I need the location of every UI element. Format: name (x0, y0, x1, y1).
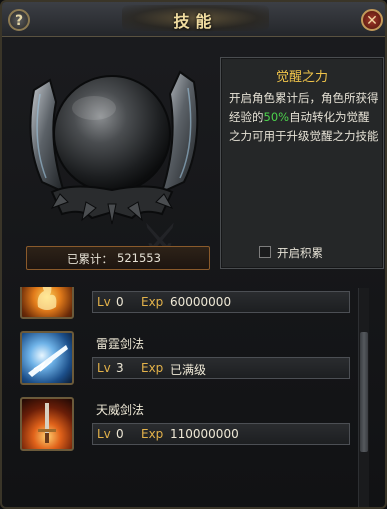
exp-label: Exp (141, 295, 164, 309)
awakening-orb (12, 42, 212, 242)
skill-list: Lv 0 Exp 60000000 雷霆剑法 Lv 3 Exp 已满级 天威剑法 (16, 287, 356, 507)
info-desc-highlight: 50% (263, 110, 290, 124)
skill-list-scrollbar[interactable] (358, 288, 369, 507)
awakening-info-panel: 觉醒之力 开启角色累计后，角色所获得经验的50%自动转化为觉醒之力可用于升级觉醒… (220, 57, 384, 269)
scrollbar-thumb[interactable] (360, 332, 368, 452)
info-title: 觉醒之力 (275, 70, 328, 85)
exp-label: Exp (141, 427, 164, 441)
level-label: Lv (97, 361, 111, 375)
skill-name: 天威剑法 (96, 403, 145, 417)
level-label: Lv (97, 295, 111, 309)
accumulated-box: 已累计： 521553 (26, 246, 210, 270)
accumulate-label[interactable]: 开启积累 (277, 245, 323, 261)
fire-sword-icon[interactable] (20, 397, 74, 451)
skill-name: 雷霆剑法 (96, 337, 145, 351)
info-description: 开启角色累计后，角色所获得经验的50%自动转化为觉醒之力可用于升级觉醒之力技能 (229, 89, 379, 146)
skill-row[interactable]: 天威剑法 Lv 0 Exp 110000000 (16, 393, 356, 459)
skill-window: 技能 ? ✕ ⚔ 觉醒之力 开启角色累计后，角色所获得经验的50%自动转化为觉醒… (0, 0, 387, 509)
close-button[interactable]: ✕ (361, 9, 383, 31)
help-button[interactable]: ? (8, 9, 30, 31)
exp-value: 110000000 (170, 427, 239, 441)
exp-label: Exp (141, 361, 164, 375)
level-value: 3 (116, 361, 124, 375)
skill-info-bar: Lv 0 Exp 110000000 (92, 423, 350, 445)
level-value: 0 (116, 295, 124, 309)
exp-value: 已满级 (170, 363, 207, 377)
thunder-sword-icon[interactable] (20, 331, 74, 385)
skill-row[interactable]: 雷霆剑法 Lv 3 Exp 已满级 (16, 327, 356, 393)
level-label: Lv (97, 427, 111, 441)
skill-info-bar: Lv 0 Exp 60000000 (92, 291, 350, 313)
skill-info-bar: Lv 3 Exp 已满级 (92, 357, 350, 379)
flame-spirit-icon[interactable] (20, 287, 74, 319)
window-title: 技能 (173, 12, 218, 31)
exp-value: 60000000 (170, 295, 232, 309)
awakening-orb-frame-icon (29, 70, 199, 225)
accumulated-value: 521553 (117, 251, 161, 265)
title-bar: 技能 ? ✕ (2, 2, 385, 37)
accumulate-checkbox[interactable] (259, 246, 271, 258)
skill-row[interactable]: Lv 0 Exp 60000000 (16, 287, 356, 327)
accumulated-label: 已累计： (67, 252, 113, 266)
level-value: 0 (116, 427, 124, 441)
